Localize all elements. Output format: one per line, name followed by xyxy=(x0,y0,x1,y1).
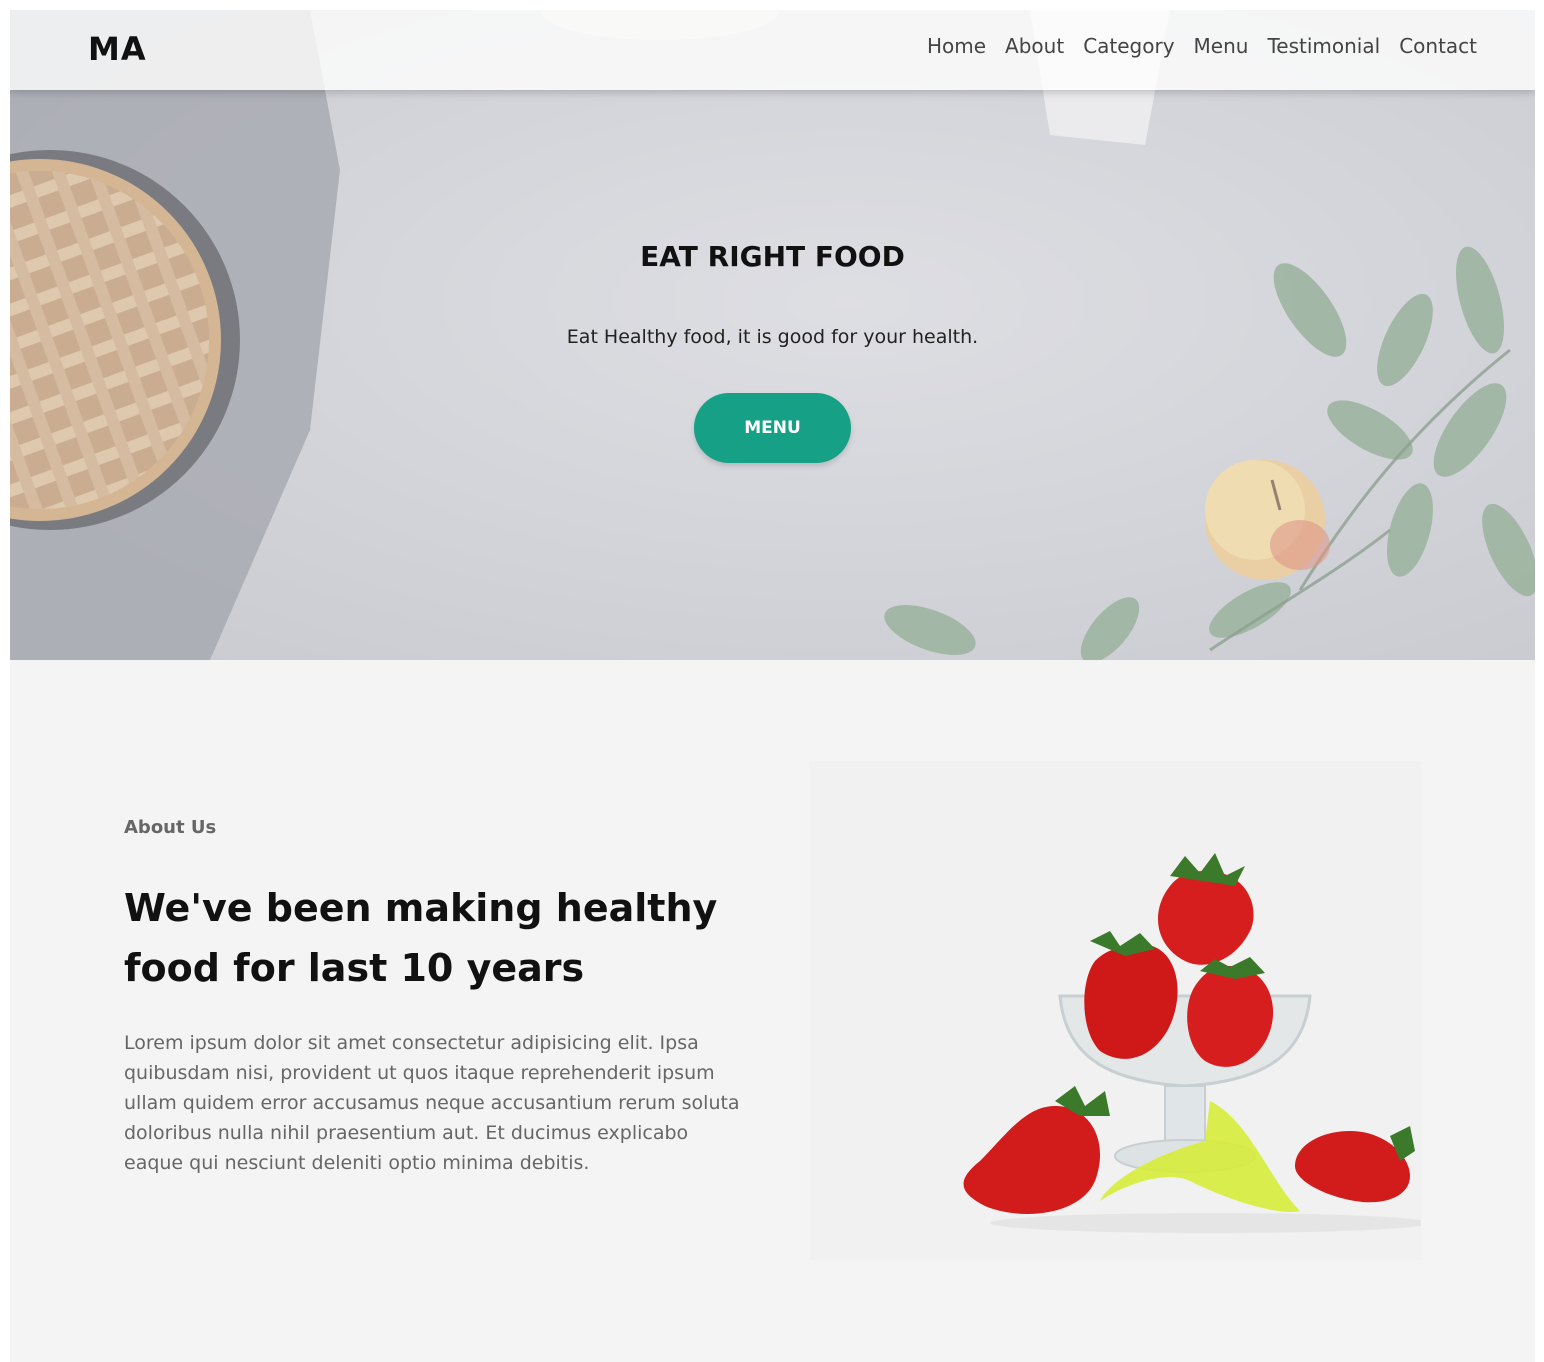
about-eyebrow: About Us xyxy=(124,817,217,838)
about-text: Lorem ipsum dolor sit amet consectetur a… xyxy=(124,1032,740,1174)
page: EAT RIGHT FOOD Eat Healthy food, it is g… xyxy=(10,10,1535,1362)
nav-link-category[interactable]: Category xyxy=(1083,34,1174,58)
nav-links: Home About Category Menu Testimonial Con… xyxy=(927,34,1477,58)
hero-section: EAT RIGHT FOOD Eat Healthy food, it is g… xyxy=(10,10,1535,660)
logo[interactable]: MA xyxy=(88,30,147,68)
hero-title: EAT RIGHT FOOD xyxy=(640,240,905,273)
navbar: MA Home About Category Menu Testimonial … xyxy=(10,10,1535,90)
about-section: About Us We've been making healthy food … xyxy=(10,660,1535,1362)
strawberries-image xyxy=(810,761,1421,1260)
menu-button[interactable]: MENU xyxy=(694,393,851,463)
nav-link-about[interactable]: About xyxy=(1005,34,1064,58)
nav-link-home[interactable]: Home xyxy=(927,34,986,58)
strawberries-photo xyxy=(810,761,1421,1260)
nav-link-contact[interactable]: Contact xyxy=(1399,34,1477,58)
nav-link-testimonial[interactable]: Testimonial xyxy=(1267,34,1380,58)
hero-subtitle: Eat Healthy food, it is good for your he… xyxy=(566,326,979,348)
nav-link-menu[interactable]: Menu xyxy=(1194,34,1249,58)
about-heading: We've been making healthy food for last … xyxy=(124,886,718,990)
